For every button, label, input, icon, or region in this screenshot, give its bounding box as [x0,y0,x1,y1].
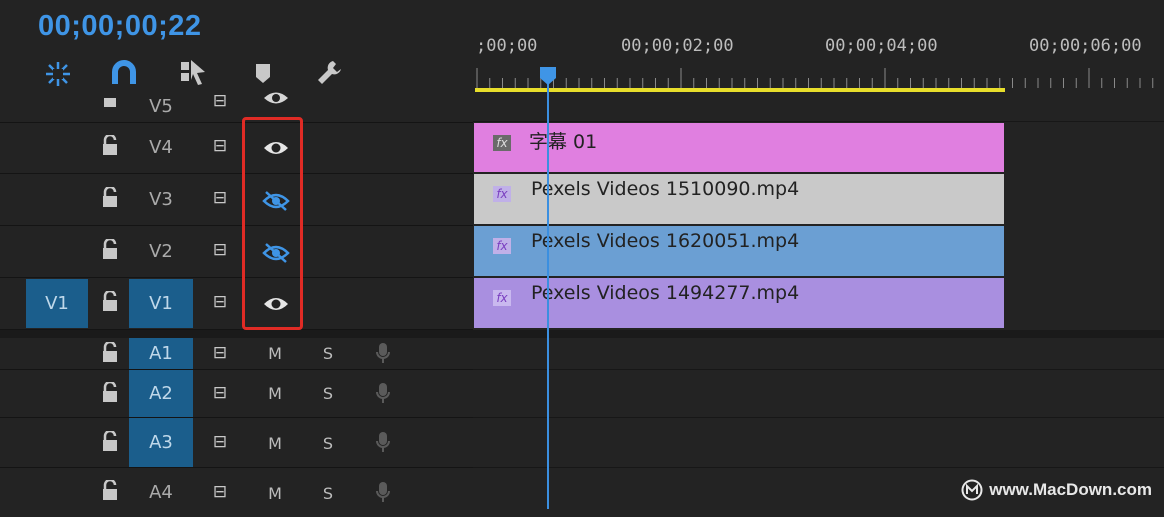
video-audio-divider [0,330,1164,338]
sync-lock-icon[interactable]: ⊟ [205,136,235,156]
lock-icon[interactable] [99,380,121,409]
mute-button[interactable]: M [265,434,285,453]
track-name-a1[interactable]: A1 [129,338,193,369]
playhead-handle[interactable] [539,66,557,85]
sync-lock-icon[interactable]: ⊟ [205,188,235,208]
track-header-v2[interactable]: V2 ⊟ [0,226,473,278]
sync-lock-icon[interactable]: ⊟ [205,383,235,403]
timecode-display[interactable]: 00;00;00;22 [38,10,202,43]
fx-badge: fx [493,290,511,306]
highlight-box [242,117,303,330]
track-header-v4[interactable]: V4 ⊟ [0,122,473,174]
fx-badge: fx [493,135,511,151]
lock-icon[interactable] [99,340,121,369]
sync-lock-icon[interactable]: ⊟ [205,482,235,502]
mute-button[interactable]: M [265,384,285,403]
clip-title-label: 字幕 01 [529,131,598,153]
track-name-v2[interactable]: V2 [129,226,193,277]
mute-button[interactable]: M [265,344,285,363]
fx-badge: fx [493,238,511,254]
track-header-v3[interactable]: V3 ⊟ [0,174,473,226]
watermark-text: www.MacDown.com [989,480,1152,499]
watermark: www.MacDown.com [961,479,1152,501]
clip-title[interactable]: fx 字幕 01 [474,123,1004,172]
clip-v2[interactable]: fx Pexels Videos 1620051.mp4 [474,226,1004,276]
microphone-icon[interactable] [374,430,392,458]
track-header-a1[interactable]: A1 ⊟ M S [0,338,473,370]
time-ruler[interactable] [473,62,1164,88]
track-header-a4[interactable]: A4 ⊟ M S [0,468,473,509]
track-name-a4[interactable]: A4 [129,468,193,517]
solo-button[interactable]: S [318,434,338,453]
lock-icon[interactable] [99,289,121,318]
lock-icon[interactable] [99,92,121,113]
sync-lock-icon[interactable]: ⊟ [205,292,235,312]
mute-button[interactable]: M [265,484,285,503]
track-name-v3[interactable]: V3 [129,174,193,225]
microphone-icon[interactable] [374,381,392,409]
clip-v3[interactable]: fx Pexels Videos 1510090.mp4 [474,174,1004,224]
ruler-label: ;00;00 [476,36,538,56]
work-area-bar[interactable] [475,88,1005,92]
eye-icon[interactable] [262,90,290,110]
linked-selection-icon[interactable] [179,58,207,91]
lock-icon[interactable] [99,133,121,162]
ruler-label: 00;00;06;00 [1029,36,1142,56]
microphone-icon[interactable] [374,480,392,508]
track-name-v4[interactable]: V4 [129,122,193,173]
solo-button[interactable]: S [318,344,338,363]
playhead-line[interactable] [547,80,549,509]
clip-v3-label: Pexels Videos 1510090.mp4 [531,178,800,200]
track-name-v1[interactable]: V1 [129,279,193,328]
sync-lock-icon[interactable]: ⊟ [205,432,235,452]
clip-v1[interactable]: fx Pexels Videos 1494277.mp4 [474,278,1004,328]
solo-button[interactable]: S [318,484,338,503]
lock-icon[interactable] [99,237,121,266]
track-header-a3[interactable]: A3 ⊟ M S [0,418,473,468]
microphone-icon[interactable] [374,341,392,369]
ruler-label: 00;00;04;00 [825,36,938,56]
lock-icon[interactable] [99,185,121,214]
magnet-icon[interactable] [110,60,138,91]
add-marker-icon[interactable] [249,60,277,91]
ruler-label: 00;00;02;00 [621,36,734,56]
watermark-logo-icon [961,479,983,501]
lock-icon[interactable] [99,429,121,458]
sync-lock-icon[interactable]: ⊟ [205,91,235,111]
sync-lock-icon[interactable]: ⊟ [205,343,235,363]
track-header-v1[interactable]: V1 ⊟ [0,278,473,330]
lock-icon[interactable] [99,478,121,507]
clip-v1-label: Pexels Videos 1494277.mp4 [531,282,800,304]
fx-badge: fx [493,186,511,202]
track-name-a3[interactable]: A3 [129,418,193,467]
track-name-v5[interactable]: V5 [129,94,193,120]
solo-button[interactable]: S [318,384,338,403]
track-header-v5[interactable]: V5 ⊟ [0,88,473,123]
track-name-a2[interactable]: A2 [129,370,193,417]
sync-lock-icon[interactable]: ⊟ [205,240,235,260]
track-header-a2[interactable]: A2 ⊟ M S [0,370,473,418]
clip-v2-label: Pexels Videos 1620051.mp4 [531,230,800,252]
